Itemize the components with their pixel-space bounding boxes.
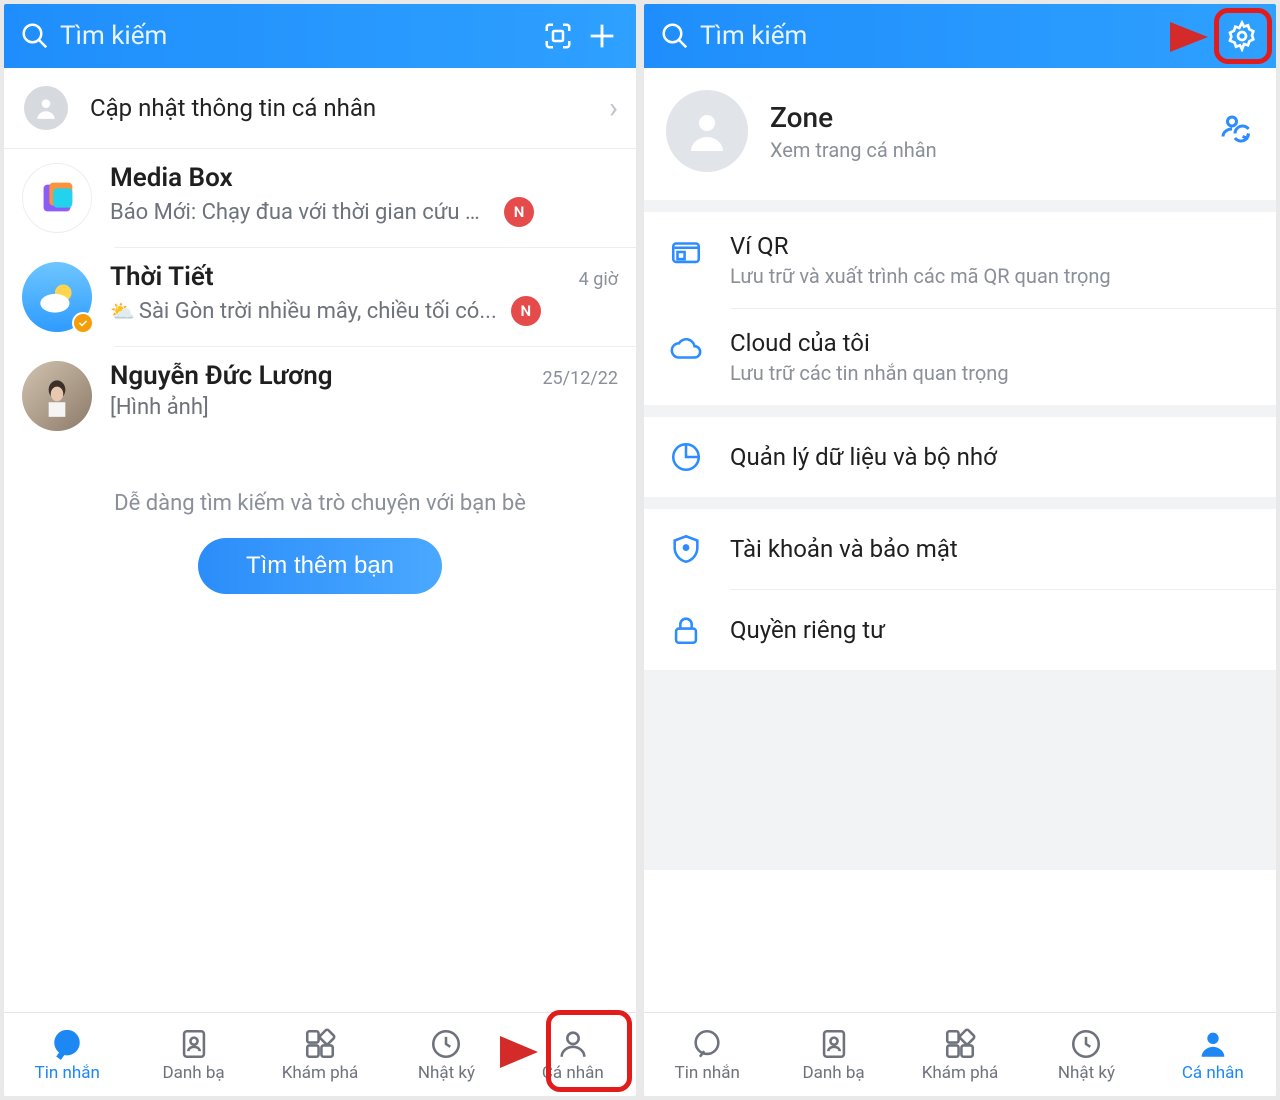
profile-sub: Xem trang cá nhân [770, 138, 1214, 162]
menu-sub: Lưu trữ các tin nhắn quan trọng [730, 361, 1254, 385]
menu-qr-wallet[interactable]: Ví QR Lưu trữ và xuất trình các mã QR qu… [644, 212, 1276, 308]
chat-row-contact[interactable]: Nguyễn Đức Lương 25/12/22 [Hình ảnh] [4, 347, 636, 445]
profile-row[interactable]: Zone Xem trang cá nhân [644, 68, 1276, 200]
tab-profile[interactable]: Cá nhân [1150, 1013, 1276, 1096]
menu-title: Tài khoản và bảo mật [730, 535, 1254, 563]
search-icon[interactable] [656, 17, 694, 55]
menu-sub: Lưu trữ và xuất trình các mã QR quan trọ… [730, 264, 1254, 288]
tab-messages[interactable]: Tin nhắn [4, 1013, 130, 1096]
chat-row-weather[interactable]: Thời Tiết 4 giờ ⛅ Sài Gòn trời nhiều mây… [4, 248, 636, 346]
tab-label: Danh bạ [163, 1063, 225, 1083]
content-area: Zone Xem trang cá nhân Ví QR Lưu trữ và … [644, 68, 1276, 1012]
chat-name: Thời Tiết [110, 262, 579, 292]
tab-label: Tin nhắn [35, 1063, 100, 1083]
tab-diary[interactable]: Nhật ký [383, 1013, 509, 1096]
avatar-icon [24, 86, 68, 130]
content-area: Cập nhật thông tin cá nhân › Media Box B… [4, 68, 636, 1012]
tab-bar: Tin nhắn Danh bạ Khám phá Nhật ký Cá nhâ… [644, 1012, 1276, 1096]
chat-preview: Báo Mới: Chạy đua với thời gian cứu bé..… [110, 200, 490, 225]
chat-preview: [Hình ảnh] [110, 395, 209, 420]
update-profile-row[interactable]: Cập nhật thông tin cá nhân › [4, 68, 636, 148]
weather-emoji-icon: ⛅ [110, 299, 135, 323]
tab-profile[interactable]: Cá nhân [510, 1013, 636, 1096]
tab-label: Cá nhân [1182, 1063, 1244, 1083]
profile-name: Zone [770, 101, 1214, 134]
avatar-contact [22, 361, 92, 431]
menu-title: Cloud của tôi [730, 329, 1254, 357]
cloud-icon [666, 329, 706, 369]
tab-label: Khám phá [282, 1063, 359, 1083]
shield-icon [666, 529, 706, 569]
tab-label: Nhật ký [418, 1063, 475, 1083]
menu-privacy[interactable]: Quyền riêng tư [644, 590, 1276, 670]
menu-title: Quản lý dữ liệu và bộ nhớ [730, 443, 1254, 471]
chat-name: Media Box [110, 163, 618, 193]
tab-discover[interactable]: Khám phá [257, 1013, 383, 1096]
update-profile-label: Cập nhật thông tin cá nhân [90, 94, 376, 122]
menu-my-cloud[interactable]: Cloud của tôi Lưu trữ các tin nhắn quan … [644, 309, 1276, 405]
chat-name: Nguyễn Đức Lương [110, 361, 542, 391]
lock-icon [666, 610, 706, 650]
search-placeholder[interactable]: Tìm kiếm [60, 21, 536, 51]
find-more-friends-button[interactable]: Tìm thêm bạn [198, 538, 442, 594]
chat-row-mediabox[interactable]: Media Box Báo Mới: Chạy đua với thời gia… [4, 149, 636, 247]
menu-account-security[interactable]: Tài khoản và bảo mật [644, 509, 1276, 589]
tab-discover[interactable]: Khám phá [897, 1013, 1023, 1096]
menu-data-storage[interactable]: Quản lý dữ liệu và bộ nhớ [644, 417, 1276, 497]
tab-label: Cá nhân [542, 1063, 604, 1083]
tab-label: Tin nhắn [675, 1063, 740, 1083]
settings-icon[interactable] [1220, 14, 1264, 58]
tab-contacts[interactable]: Danh bạ [130, 1013, 256, 1096]
tab-diary[interactable]: Nhật ký [1023, 1013, 1149, 1096]
qr-icon[interactable] [536, 14, 580, 58]
pie-chart-icon [666, 437, 706, 477]
new-badge: N [511, 296, 541, 326]
header-bar: Tìm kiếm [644, 4, 1276, 68]
chevron-right-icon: › [609, 91, 618, 126]
tab-contacts[interactable]: Danh bạ [770, 1013, 896, 1096]
menu-title: Ví QR [730, 232, 1254, 260]
chat-time: 25/12/22 [542, 368, 618, 389]
search-icon[interactable] [16, 17, 54, 55]
messages-screen: Tìm kiếm Cập nhật thông tin cá nhân › Me… [4, 4, 636, 1096]
tab-label: Danh bạ [803, 1063, 865, 1083]
find-friends-hint: Dễ dàng tìm kiếm và trò chuyện với bạn b… [4, 491, 636, 516]
tab-bar: Tin nhắn Danh bạ Khám phá Nhật ký Cá nhâ… [4, 1012, 636, 1096]
new-badge: N [504, 197, 534, 227]
chat-time: 4 giờ [579, 269, 618, 290]
menu-title: Quyền riêng tư [730, 616, 1254, 644]
tab-label: Nhật ký [1058, 1063, 1115, 1083]
wallet-qr-icon [666, 232, 706, 272]
avatar-weather [22, 262, 92, 332]
avatar-mediabox [22, 163, 92, 233]
add-icon[interactable] [580, 14, 624, 58]
tab-messages[interactable]: Tin nhắn [644, 1013, 770, 1096]
tab-label: Khám phá [922, 1063, 999, 1083]
profile-screen: Tìm kiếm Zone Xem trang cá nhân Ví QR [644, 4, 1276, 1096]
header-bar: Tìm kiếm [4, 4, 636, 68]
switch-account-icon[interactable] [1214, 111, 1254, 151]
chat-preview: Sài Gòn trời nhiều mây, chiều tối có... [139, 299, 497, 324]
search-placeholder[interactable]: Tìm kiếm [700, 21, 1220, 51]
avatar-icon [666, 90, 748, 172]
